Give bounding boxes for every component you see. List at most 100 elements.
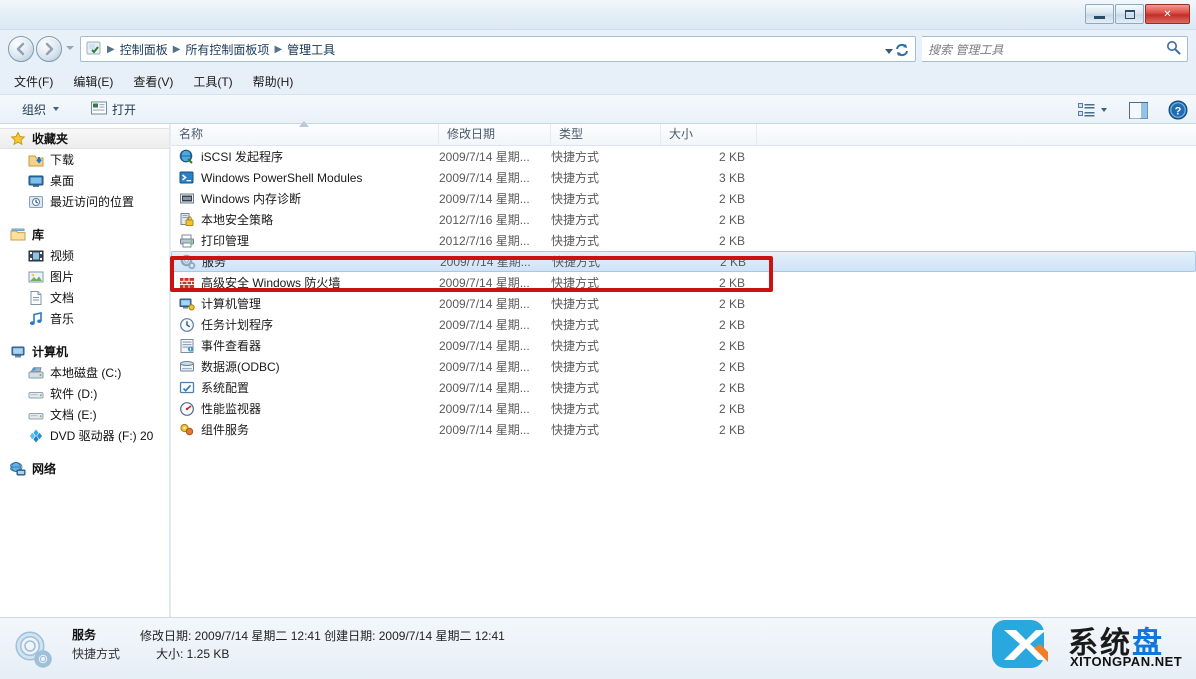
table-row[interactable]: Windows PowerShell Modules 2009/7/14 星期.… (171, 167, 1196, 188)
refresh-icon[interactable] (894, 42, 911, 58)
table-row[interactable]: 计算机管理 2009/7/14 星期... 快捷方式 2 KB (171, 293, 1196, 314)
sidebar-item-drive-e[interactable]: 文档 (E:) (0, 404, 169, 425)
file-name-cell: 高级安全 Windows 防火墙 (179, 274, 340, 291)
file-name: 本地安全策略 (201, 213, 274, 227)
help-button[interactable]: ? (1168, 100, 1188, 120)
file-name-cell: Windows PowerShell Modules (179, 170, 362, 186)
chevron-down-icon[interactable] (885, 49, 893, 54)
file-name: 任务计划程序 (201, 318, 274, 332)
preview-pane-button[interactable] (1129, 101, 1148, 119)
table-row[interactable]: 系统配置 2009/7/14 星期... 快捷方式 2 KB (171, 377, 1196, 398)
file-date: 2009/7/14 星期... (439, 360, 530, 374)
file-name: 数据源(ODBC) (201, 360, 280, 374)
file-name: 性能监视器 (201, 402, 262, 416)
table-row[interactable]: 组件服务 2009/7/14 星期... 快捷方式 2 KB (171, 419, 1196, 440)
sidebar-item-videos[interactable]: 视频 (0, 245, 169, 266)
history-dropdown-icon[interactable] (66, 46, 74, 50)
table-row[interactable]: 任务计划程序 2009/7/14 星期... 快捷方式 2 KB (171, 314, 1196, 335)
chevron-down-icon[interactable] (1101, 108, 1107, 112)
breadcrumb-separator: ▶ (107, 43, 115, 55)
search-icon[interactable] (1166, 40, 1181, 58)
column-header-date[interactable]: 修改日期 (439, 124, 551, 145)
sidebar-group-computer[interactable]: 计算机 (0, 341, 169, 362)
watermark-logo-icon (992, 620, 1048, 668)
search-box[interactable]: 搜索 管理工具 (922, 36, 1188, 62)
minimize-button[interactable] (1085, 4, 1114, 24)
chevron-down-icon (53, 107, 60, 111)
sidebar-item-documents[interactable]: 文档 (0, 287, 169, 308)
column-label: 大小 (669, 127, 694, 141)
table-row[interactable]: 高级安全 Windows 防火墙 2009/7/14 星期... 快捷方式 2 … (171, 272, 1196, 293)
file-size: 2 KB (718, 422, 745, 437)
details-size: 大小: 1.25 KB (156, 647, 230, 661)
file-name-cell: 服务 (180, 253, 226, 270)
forward-button[interactable] (36, 36, 62, 62)
column-header-name[interactable]: 名称 (171, 121, 439, 145)
sidebar-item-music[interactable]: 音乐 (0, 308, 169, 329)
sidebar-group-network[interactable]: 网络 (0, 458, 169, 479)
odbc-icon (179, 359, 195, 375)
msconfig-icon (179, 380, 195, 396)
table-row[interactable]: 事件查看器 2009/7/14 星期... 快捷方式 2 KB (171, 335, 1196, 356)
column-label: 类型 (559, 127, 584, 141)
table-row[interactable]: 本地安全策略 2012/7/16 星期... 快捷方式 2 KB (171, 209, 1196, 230)
column-header-type[interactable]: 类型 (551, 124, 661, 145)
column-label: 修改日期 (447, 127, 496, 141)
file-name: 系统配置 (201, 381, 250, 395)
sidebar-item-drive-d[interactable]: 软件 (D:) (0, 383, 169, 404)
sidebar-group-favorites[interactable]: 收藏夹 (0, 128, 169, 149)
organize-button[interactable]: 组织 (14, 98, 67, 121)
maximize-button[interactable] (1115, 4, 1144, 24)
menu-edit[interactable]: 编辑(E) (73, 73, 113, 90)
table-row[interactable]: iSCSI 发起程序 2009/7/14 星期... 快捷方式 2 KB (171, 146, 1196, 167)
sidebar-item-recent-places[interactable]: 最近访问的位置 (0, 191, 169, 212)
file-name-cell: 打印管理 (179, 232, 249, 249)
breadcrumb-item-2[interactable]: 管理工具 (284, 39, 338, 60)
file-name-cell: 组件服务 (179, 421, 249, 438)
system-drive-icon (28, 365, 44, 381)
breadcrumb[interactable]: ▶ 控制面板 ▶ 所有控制面板项 ▶ 管理工具 (80, 36, 916, 62)
sidebar-item-dvd-drive[interactable]: DVD 驱动器 (F:) 20 (0, 425, 169, 446)
menu-tools[interactable]: 工具(T) (193, 73, 232, 90)
file-size: 2 KB (718, 359, 745, 374)
menu-bar: 文件(F) 编辑(E) 查看(V) 工具(T) 帮助(H) (0, 70, 1196, 92)
services-icon (180, 254, 196, 270)
table-row[interactable]: 打印管理 2012/7/16 星期... 快捷方式 2 KB (171, 230, 1196, 251)
menu-view[interactable]: 查看(V) (133, 73, 173, 90)
sidebar-item-label: DVD 驱动器 (F:) 20 (50, 429, 154, 443)
view-mode-button[interactable] (1078, 103, 1107, 117)
powershell-icon (179, 170, 195, 186)
menu-help[interactable]: 帮助(H) (253, 73, 294, 90)
table-row-selected[interactable]: 服务 2009/7/14 星期... 快捷方式 2 KB (171, 251, 1196, 272)
search-input[interactable]: 搜索 管理工具 (928, 41, 1166, 58)
file-list-pane[interactable]: 名称 修改日期 类型 大小 iSCSI 发起程序 2009/7/14 星期...… (171, 121, 1196, 617)
breadcrumb-item-0[interactable]: 控制面板 (117, 39, 171, 60)
table-row[interactable]: 数据源(ODBC) 2009/7/14 星期... 快捷方式 2 KB (171, 356, 1196, 377)
file-date: 2009/7/14 星期... (439, 339, 530, 353)
file-date: 2009/7/14 星期... (439, 276, 530, 290)
back-button[interactable] (8, 36, 34, 62)
table-row[interactable]: Windows 内存诊断 2009/7/14 星期... 快捷方式 2 KB (171, 188, 1196, 209)
table-row[interactable]: 性能监视器 2009/7/14 星期... 快捷方式 2 KB (171, 398, 1196, 419)
sidebar-group-libraries[interactable]: 库 (0, 224, 169, 245)
menu-file[interactable]: 文件(F) (14, 73, 53, 90)
open-button[interactable]: 打开 (83, 98, 144, 121)
sidebar-item-desktop[interactable]: 桌面 (0, 170, 169, 191)
sidebar-item-downloads[interactable]: 下载 (0, 149, 169, 170)
watermark-subtitle: XITONGPAN.NET (1070, 654, 1183, 669)
perfmon-icon (179, 401, 195, 417)
library-icon (10, 227, 26, 243)
print-management-icon (179, 233, 195, 249)
file-name-cell: 性能监视器 (179, 400, 261, 417)
breadcrumb-item-1[interactable]: 所有控制面板项 (182, 39, 272, 60)
column-header-size[interactable]: 大小 (661, 124, 757, 145)
sidebar-item-label: 下载 (50, 153, 75, 167)
navigation-pane[interactable]: 收藏夹 下载 桌面 最近访问的位置 库 视频 图片 文档 音乐 计算机 本地磁盘… (0, 124, 170, 617)
sort-ascending-icon (299, 121, 309, 127)
sidebar-item-drive-c[interactable]: 本地磁盘 (C:) (0, 362, 169, 383)
sidebar-item-pictures[interactable]: 图片 (0, 266, 169, 287)
close-button[interactable]: ✕ (1145, 4, 1190, 24)
drive-icon (28, 407, 44, 423)
